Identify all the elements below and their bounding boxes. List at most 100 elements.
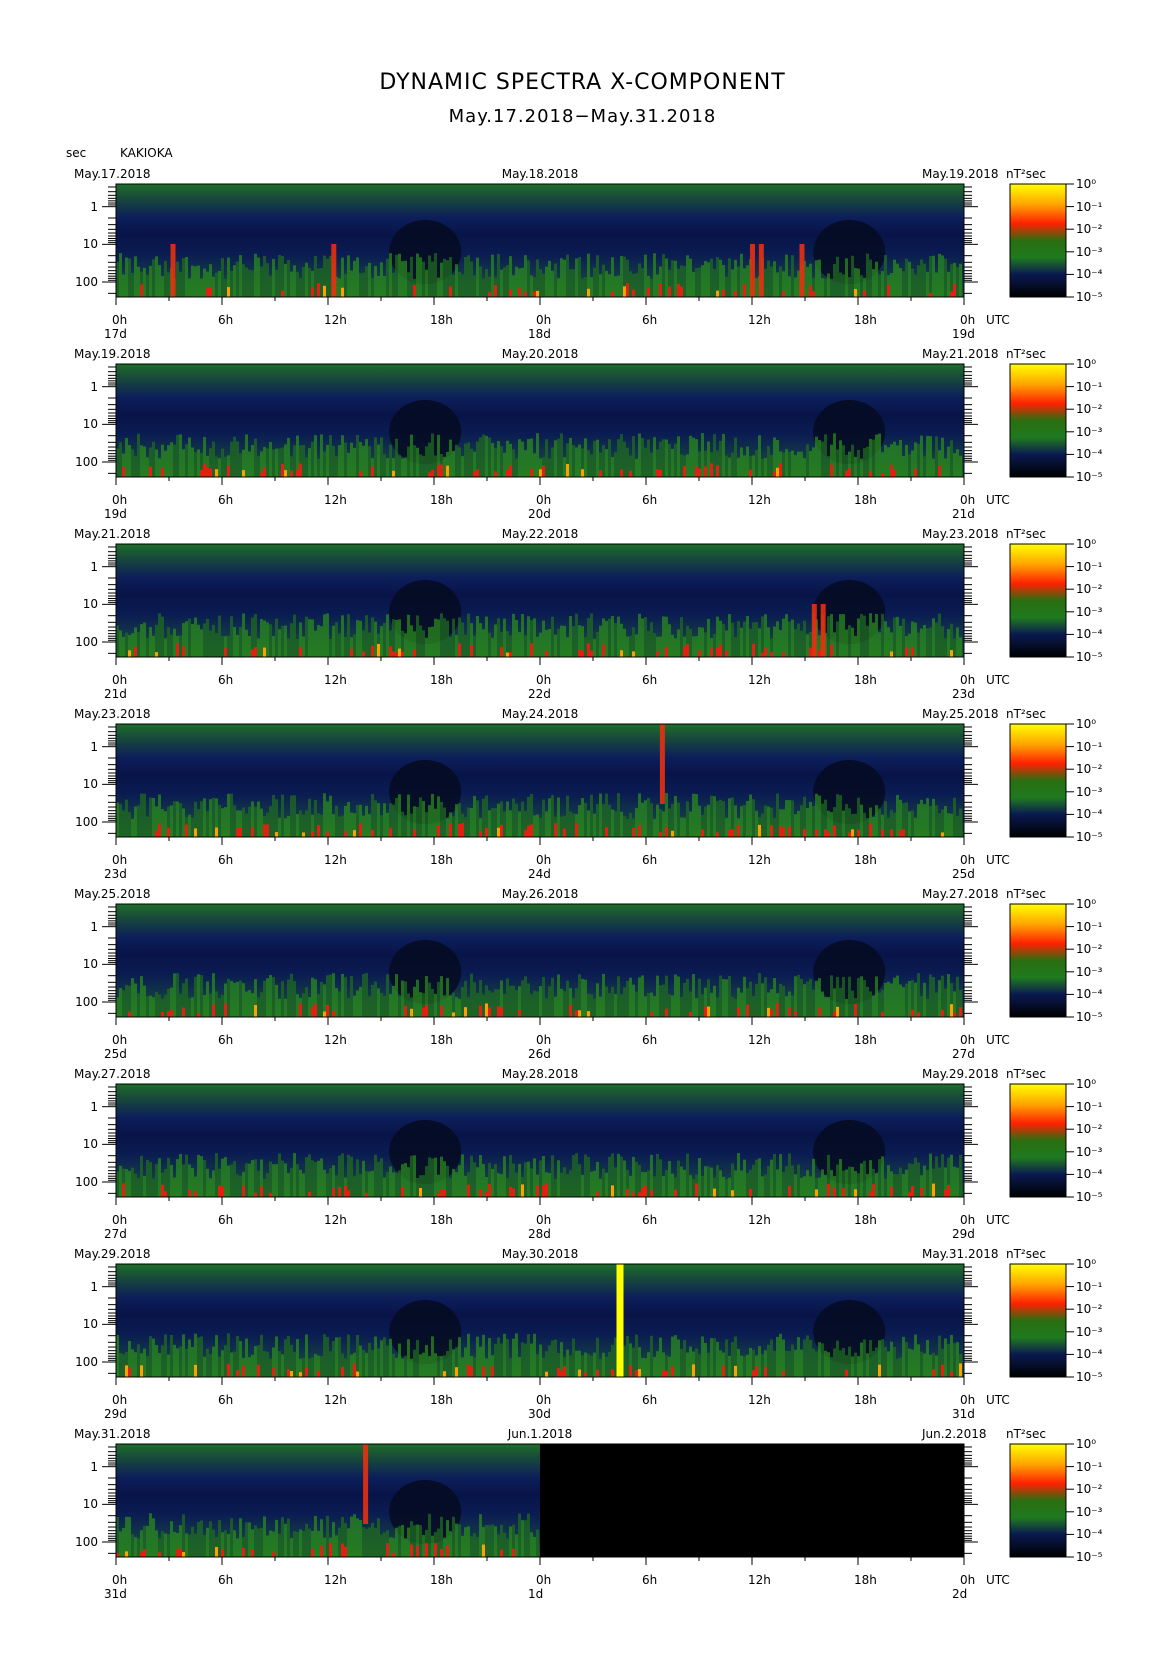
x-tick-label: 6h: [642, 1573, 658, 1587]
activity-column: [203, 1535, 206, 1557]
spectrogram-svg: [102, 1443, 1074, 1565]
activity-column: [380, 1534, 383, 1557]
activity-column: [212, 1529, 215, 1557]
utc-label: UTC: [986, 1573, 1010, 1587]
activity-column: [377, 1518, 380, 1557]
x-tick-label: 0h: [112, 1573, 128, 1587]
activity-column: [362, 1527, 365, 1557]
activity-column: [536, 1529, 539, 1557]
activity-column: [155, 1530, 158, 1557]
activity-column: [230, 1518, 233, 1557]
activity-column: [497, 1534, 500, 1557]
activity-column: [428, 1513, 431, 1557]
activity-column: [161, 1531, 164, 1557]
activity-column: [167, 1534, 170, 1557]
activity-column: [170, 1521, 173, 1557]
activity-column: [128, 1516, 131, 1557]
activity-column: [389, 1537, 392, 1557]
activity-column: [509, 1526, 512, 1557]
activity-column: [173, 1531, 176, 1557]
activity-column: [476, 1537, 479, 1557]
activity-column: [473, 1533, 476, 1557]
spectrogram-panel: May.31.2018 Jun.1.2018 Jun.2.2018 nT²sec 1 10…: [0, 0, 1165, 1601]
activity-column: [266, 1535, 269, 1557]
colorbar-tick-label: 10⁰: [1076, 1437, 1097, 1451]
activity-column: [233, 1530, 236, 1557]
activity-column: [338, 1527, 341, 1557]
activity-column: [353, 1514, 356, 1557]
activity-column: [263, 1516, 266, 1557]
activity-column: [281, 1517, 284, 1557]
activity-column: [365, 1528, 368, 1557]
activity-column: [284, 1523, 287, 1557]
x-tick-label: 6h: [218, 1573, 234, 1587]
activity-column: [149, 1513, 152, 1557]
activity-column: [491, 1524, 494, 1557]
activity-peak: [176, 1549, 179, 1557]
activity-column: [485, 1525, 488, 1557]
x-tick-label: 18h: [854, 1573, 877, 1587]
activity-column: [269, 1530, 272, 1557]
y-tick-label: 10: [82, 1497, 98, 1512]
activity-peak: [512, 1548, 515, 1557]
activity-column: [464, 1527, 467, 1557]
x-tick-label: 12h: [324, 1573, 347, 1587]
activity-column: [236, 1538, 239, 1557]
activity-column: [200, 1520, 203, 1557]
activity-peak: [158, 1552, 161, 1557]
activity-column: [137, 1538, 140, 1557]
day-label: 31d: [104, 1587, 127, 1601]
colorbar-tick-label: 10⁻³: [1076, 1504, 1103, 1519]
activity-peak: [320, 1545, 323, 1557]
activity-column: [278, 1533, 281, 1557]
activity-column: [188, 1534, 191, 1557]
activity-column: [359, 1520, 362, 1557]
activity-column: [350, 1516, 353, 1557]
activity-peak: [311, 1548, 314, 1557]
activity-column: [227, 1534, 230, 1557]
activity-column: [518, 1513, 521, 1557]
activity-peak: [386, 1543, 389, 1557]
x-tick-label: 0h: [960, 1573, 976, 1587]
activity-column: [218, 1520, 221, 1557]
activity-peak: [242, 1548, 245, 1557]
activity-column: [347, 1528, 350, 1557]
activity-column: [305, 1523, 308, 1557]
activity-peak: [434, 1543, 437, 1557]
activity-column: [452, 1516, 455, 1557]
colorbar-tick-label: 10⁻¹: [1076, 1459, 1103, 1474]
activity-column: [413, 1525, 416, 1557]
activity-column: [119, 1531, 122, 1557]
activity-column: [323, 1537, 326, 1557]
activity-peak: [143, 1549, 146, 1557]
activity-column: [521, 1520, 524, 1557]
activity-column: [290, 1538, 293, 1557]
activity-column: [197, 1521, 200, 1557]
activity-peak: [344, 1546, 347, 1557]
activity-column: [395, 1527, 398, 1557]
activity-peak: [272, 1551, 275, 1557]
activity-column: [209, 1521, 212, 1557]
activity-column: [239, 1518, 242, 1557]
x-tick-label: 12h: [748, 1573, 771, 1587]
activity-column: [185, 1533, 188, 1557]
activity-peak: [482, 1544, 485, 1557]
activity-peak: [341, 1543, 344, 1557]
activity-column: [317, 1530, 320, 1557]
activity-column: [308, 1528, 311, 1557]
activity-column: [296, 1532, 299, 1557]
activity-peak: [500, 1549, 503, 1557]
activity-column: [479, 1514, 482, 1557]
activity-peak: [179, 1548, 182, 1557]
activity-column: [401, 1525, 404, 1557]
activity-column: [419, 1525, 422, 1557]
activity-column: [506, 1538, 509, 1557]
activity-column: [488, 1525, 491, 1557]
activity-column: [524, 1520, 527, 1557]
activity-column: [443, 1537, 446, 1557]
activity-column: [275, 1519, 278, 1557]
colorbar-tick-label: 10⁻⁵: [1076, 1550, 1103, 1564]
activity-column: [458, 1524, 461, 1557]
day-label: 1d: [528, 1587, 544, 1601]
y-tick-label: 100: [75, 1535, 98, 1549]
